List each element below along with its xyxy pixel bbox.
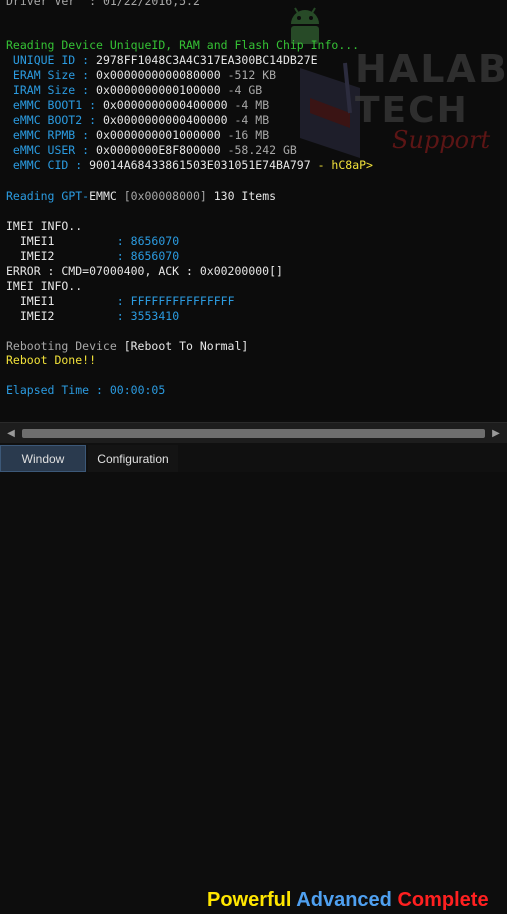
info-row-emmc-boot1: eMMC BOOT1 : 0x0000000000400000 -4 MB	[6, 98, 270, 112]
redaction-mark	[179, 235, 240, 248]
info-row-emmc-user: eMMC USER : 0x0000000E8F800000 -58.242 G…	[6, 143, 297, 157]
redaction-mark	[179, 250, 240, 263]
info-row-emmc-rpmb: eMMC RPMB : 0x0000000001000000 -16 MB	[6, 128, 270, 142]
halabtech-logo-icon	[300, 62, 360, 158]
info-row-emmc-boot2: eMMC BOOT2 : 0x0000000000400000 -4 MB	[6, 113, 270, 127]
reading-device-header: Reading Device UniqueID, RAM and Flash C…	[6, 38, 360, 52]
reboot-done-line: Reboot Done!!	[6, 353, 97, 367]
imei-info-header-1: IMEI INFO..	[6, 219, 83, 233]
info-row-iram-size: IRAM Size : 0x0000000000100000 -4 GB	[6, 83, 263, 97]
redaction-mark	[179, 310, 238, 323]
triangle-left-icon[interactable]: ◀	[3, 425, 19, 441]
watermark-brand-top: HALAB	[355, 47, 507, 91]
imei2-row-1: IMEI2 : 8656070	[6, 249, 240, 263]
imei2-row-2: IMEI2 : 3553410	[6, 309, 238, 323]
imei1-row-1: IMEI1 : 8656070	[6, 234, 240, 248]
info-row-unique-id: UNIQUE ID : 2978FF1048C3A4C317EA300BC14D…	[6, 53, 318, 67]
watermark-brand-mid: TECH	[355, 90, 469, 131]
horizontal-scrollbar[interactable]: ◀ ▶	[0, 422, 507, 443]
info-row-eram-size: ERAM Size : 0x0000000000080000 -512 KB	[6, 68, 277, 82]
error-line: ERROR : CMD=07000400, ACK : 0x00200000[]	[6, 264, 283, 278]
imei1-row-2: IMEI1 : FFFFFFFFFFFFFFF	[6, 294, 235, 308]
slogan-banner: Powerful Advanced Complete	[207, 889, 489, 911]
elapsed-time-line: Elapsed Time : 00:00:05	[6, 383, 166, 397]
bottom-tab-bar: Window Configuration Powerful Advanced C…	[0, 443, 507, 911]
imei-info-header-2: IMEI INFO..	[6, 279, 83, 293]
tab-configuration[interactable]: Configuration	[88, 445, 178, 472]
scrollbar-thumb[interactable]	[22, 429, 485, 438]
console-log-panel: HALAB TECH Support Driver Ver : 01/22/20…	[0, 0, 507, 420]
triangle-right-icon[interactable]: ▶	[488, 425, 504, 441]
gpt-read-line: Reading GPT-EMMC [0x00008000] 130 Items	[6, 189, 277, 203]
watermark-brand-script: Support	[392, 126, 491, 154]
tab-window[interactable]: Window	[0, 445, 86, 472]
rebooting-line: Rebooting Device [Reboot To Normal]	[6, 339, 249, 353]
driver-version-line: Driver Ver : 01/22/2016,5.2	[6, 0, 200, 8]
info-row-emmc-cid: eMMC CID : 90014A68433861503E031051E74BA…	[6, 158, 373, 172]
